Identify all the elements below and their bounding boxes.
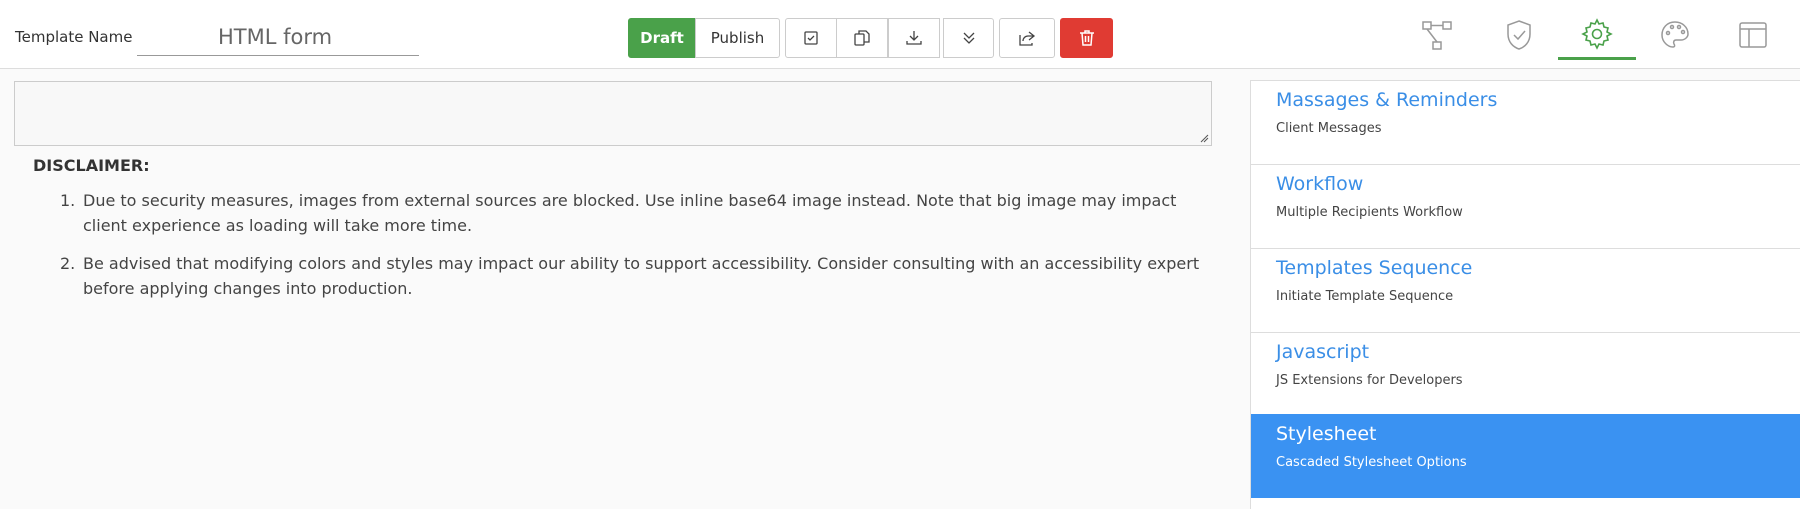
panel-item-stylesheet[interactable]: Stylesheet Cascaded Stylesheet Options [1251, 414, 1800, 498]
tab-layout[interactable] [1714, 10, 1792, 60]
panel-item-title: Massages & Reminders [1276, 89, 1498, 111]
html-editor-textarea[interactable] [14, 81, 1212, 146]
panel-item-subtitle: JS Extensions for Developers [1276, 373, 1463, 388]
checkbox-icon [804, 31, 818, 45]
validate-button[interactable] [785, 18, 837, 58]
tab-workflow[interactable] [1398, 10, 1476, 60]
share-button[interactable] [999, 18, 1055, 58]
top-toolbar: Template Name Draft Publish [0, 0, 1800, 69]
tab-settings[interactable] [1558, 10, 1636, 60]
panel-item-subtitle: Cascaded Stylesheet Options [1276, 455, 1467, 470]
panel-item-subtitle: Initiate Template Sequence [1276, 289, 1454, 304]
panel-item-javascript[interactable]: Javascript JS Extensions for Developers [1251, 332, 1800, 416]
copy-button[interactable] [836, 18, 888, 58]
tab-theme[interactable] [1636, 10, 1714, 60]
expand-button[interactable] [943, 18, 994, 58]
panel-item-templates-sequence[interactable]: Templates Sequence Initiate Template Seq… [1251, 248, 1800, 332]
panel-item-subtitle: Multiple Recipients Workflow [1276, 205, 1463, 220]
list-text: Due to security measures, images from ex… [83, 191, 1177, 235]
share-icon [1019, 31, 1036, 46]
template-name-input[interactable] [137, 18, 419, 56]
panel-item-subtitle: Client Messages [1276, 121, 1382, 136]
list-item: 1. Due to security measures, images from… [60, 188, 1200, 238]
panel-item-title: Stylesheet [1276, 423, 1377, 445]
panel-item-title: Javascript [1276, 341, 1370, 363]
panel-item-title: Workflow [1276, 173, 1364, 195]
gear-icon [1581, 17, 1613, 50]
panel-item-title: Templates Sequence [1276, 257, 1473, 279]
palette-icon [1661, 21, 1689, 48]
panel-item-workflow[interactable]: Workflow Multiple Recipients Workflow [1251, 164, 1800, 248]
template-name-label: Template Name [15, 28, 133, 46]
list-item: 2. Be advised that modifying colors and … [60, 251, 1200, 301]
workflow-tree-icon [1422, 21, 1452, 50]
disclaimer-title: DISCLAIMER: [33, 156, 150, 175]
publish-button[interactable]: Publish [695, 18, 780, 58]
delete-button[interactable] [1060, 18, 1113, 58]
draft-button[interactable]: Draft [628, 18, 696, 58]
disclaimer-list: 1. Due to security measures, images from… [60, 188, 1200, 314]
double-chevron-down-icon [963, 32, 974, 44]
settings-panel: Massages & Reminders Client Messages Wor… [1250, 80, 1800, 509]
list-number: 2. [60, 254, 76, 273]
layout-icon [1739, 22, 1767, 48]
panel-item-messages[interactable]: Massages & Reminders Client Messages [1251, 80, 1800, 164]
resize-handle-icon[interactable] [1199, 133, 1209, 143]
trash-icon [1079, 30, 1094, 46]
list-text: Be advised that modifying colors and sty… [83, 254, 1200, 298]
list-number: 1. [60, 191, 76, 210]
shield-check-icon [1507, 20, 1531, 50]
download-icon [906, 31, 922, 45]
download-button[interactable] [888, 18, 940, 58]
tab-security[interactable] [1480, 10, 1558, 60]
copy-icon [854, 30, 870, 46]
